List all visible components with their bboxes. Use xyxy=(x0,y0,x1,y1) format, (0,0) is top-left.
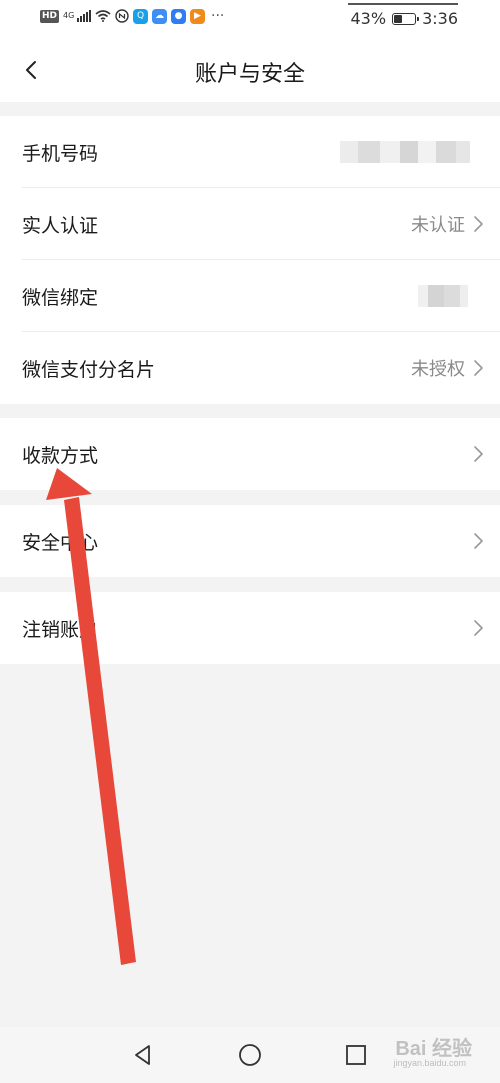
status-bar-indicator-line xyxy=(348,3,458,5)
circle-home-icon xyxy=(239,1044,261,1066)
system-home-button[interactable] xyxy=(235,1040,265,1070)
row-label: 注销账户 xyxy=(22,618,99,641)
hd-badge: HD xyxy=(40,9,60,23)
chevron-right-icon xyxy=(474,446,483,462)
header: 账户与安全 xyxy=(0,38,500,102)
status-bar: HD 4G Q ☁ ● ▶ ··· 43% 3:36 xyxy=(0,0,500,38)
chevron-right-icon xyxy=(474,620,483,636)
row-value: 未认证 xyxy=(411,215,465,236)
row-wechat-binding[interactable]: 微信绑定 xyxy=(0,260,500,332)
row-cancel-account[interactable]: 注销账户 xyxy=(0,592,500,664)
status-bar-right: 43% 3:36 xyxy=(351,9,459,28)
row-label: 微信支付分名片 xyxy=(22,358,156,381)
row-label: 安全中心 xyxy=(22,531,99,554)
system-recents-button[interactable] xyxy=(341,1040,371,1070)
battery-icon xyxy=(392,12,420,25)
row-phone-number[interactable]: 手机号码 xyxy=(0,116,500,188)
chevron-right-icon xyxy=(474,360,483,376)
system-back-button[interactable] xyxy=(128,1040,158,1070)
page-title: 账户与安全 xyxy=(194,62,305,87)
square-recents-icon xyxy=(346,1045,366,1065)
battery-fill xyxy=(394,14,403,23)
signal-icon xyxy=(77,10,92,22)
redacted-value xyxy=(418,285,468,307)
row-security-center[interactable]: 安全中心 xyxy=(0,505,500,577)
cancel-account-group: 注销账户 xyxy=(0,592,500,664)
row-label: 手机号码 xyxy=(22,142,99,165)
clock: 3:36 xyxy=(422,9,458,28)
row-label: 微信绑定 xyxy=(22,286,99,309)
battery-percent: 43% xyxy=(350,9,387,28)
more-notifications-icon: ··· xyxy=(211,8,225,24)
chevron-right-icon xyxy=(474,533,483,549)
app-icons: Q ☁ ● ▶ xyxy=(133,8,206,24)
bulb-app-icon: ● xyxy=(171,8,187,24)
network-type: 4G xyxy=(63,11,75,20)
wifi-icon xyxy=(95,10,111,22)
payment-method-group: 收款方式 xyxy=(0,418,500,490)
chevron-right-icon xyxy=(474,216,483,232)
status-bar-left: HD 4G Q ☁ ● ▶ ··· xyxy=(40,8,224,24)
search-app-icon: Q xyxy=(133,8,149,24)
row-label: 收款方式 xyxy=(22,444,99,467)
row-identity-verification[interactable]: 实人认证 未认证 xyxy=(0,188,500,260)
security-center-group: 安全中心 xyxy=(0,505,500,577)
play-app-icon: ▶ xyxy=(190,8,206,24)
watermark-logo: Bai 经验 xyxy=(395,1038,472,1060)
row-value: 未授权 xyxy=(411,359,465,380)
redacted-value xyxy=(340,141,470,163)
triangle-back-icon xyxy=(135,1045,150,1065)
nfc-icon xyxy=(115,9,129,23)
watermark-url: jingyan.baidu.com xyxy=(393,1058,466,1068)
row-payment-method[interactable]: 收款方式 xyxy=(0,418,500,490)
row-label: 实人认证 xyxy=(22,214,99,237)
account-info-group: 手机号码 实人认证 未认证 微信绑定 微信支付分名片 未授权 xyxy=(0,116,500,404)
row-wechat-pay-score[interactable]: 微信支付分名片 未授权 xyxy=(0,332,500,404)
cloud-app-icon: ☁ xyxy=(152,8,168,24)
